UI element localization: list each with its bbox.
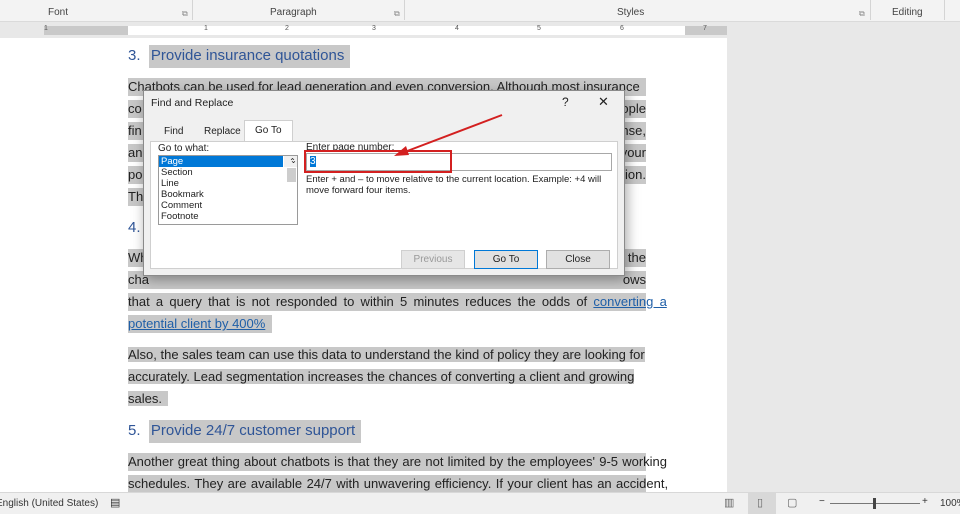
zoom-level[interactable]: 100% [940,498,960,509]
zoom-slider-thumb[interactable] [873,498,876,509]
zoom-out-icon[interactable]: − [819,496,825,507]
macro-record-icon[interactable]: ▤ [110,496,120,509]
web-layout-icon[interactable]: ▢ [787,496,797,509]
annotation-arrow [394,114,503,156]
print-layout-icon: ▯ [757,497,764,509]
zoom-in-icon[interactable]: + [922,496,928,507]
language-status[interactable]: English (United States) [0,498,98,509]
status-bar: English (United States) ▤ ▥ ▯ ▢ − + 100% [0,492,960,514]
read-mode-icon[interactable]: ▥ [724,496,734,509]
